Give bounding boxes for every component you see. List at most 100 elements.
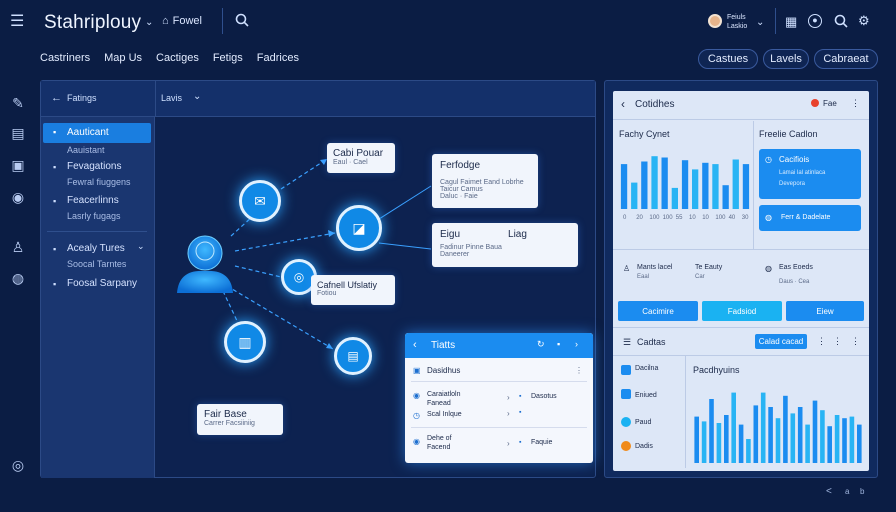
avatar[interactable] [708, 14, 722, 28]
axis-tick-label: 55 [676, 215, 683, 221]
divider [753, 121, 754, 249]
chart-bar [753, 405, 759, 463]
report-node-icon[interactable]: ▤ [334, 337, 372, 375]
chevron-down-icon[interactable]: ⌄ [145, 15, 153, 31]
chart-bar [712, 164, 719, 209]
item-icon [621, 417, 631, 427]
cabraeat-button[interactable]: Cabraeat [814, 49, 878, 69]
popup-row-c[interactable]: Faquie [531, 439, 552, 446]
detail-secondary-button[interactable]: ◍ Ferr & Dadelate [759, 205, 861, 231]
chart-bar [842, 418, 847, 463]
edit-icon[interactable]: ✎ [10, 95, 26, 111]
popup-row-a[interactable]: Caraiatloln [427, 391, 460, 398]
popup-header-item[interactable]: Dasidhus [427, 366, 460, 375]
more-icon[interactable]: ⋮ [575, 366, 583, 375]
more-icon[interactable]: ⋮ [851, 336, 860, 347]
divider [613, 327, 869, 328]
pager-page[interactable]: b [860, 487, 864, 496]
search-icon[interactable] [235, 13, 249, 27]
chart-node-icon[interactable]: ◪ [336, 205, 382, 251]
list-item[interactable]: Dadis [635, 443, 653, 450]
pager-prev[interactable]: < [826, 486, 832, 497]
castues-button[interactable]: Castues [698, 49, 758, 69]
chart-bar [702, 162, 709, 209]
expand-icon[interactable]: ▪ [557, 339, 560, 349]
info-icon[interactable]: ● [808, 14, 822, 28]
fadsiod-button[interactable]: Fadsiod [702, 301, 782, 321]
card-title: Eigu [440, 229, 461, 240]
detail-card-button[interactable]: ◷ Cacifiois Lamai lal atinlaca Devepora [759, 149, 861, 199]
doc-icon: ▪ [519, 393, 522, 400]
status-badge[interactable]: Fae [823, 99, 837, 108]
popup-row-a[interactable]: Scal Inlque [427, 411, 462, 418]
document-icon[interactable]: ▤ [10, 125, 26, 141]
card-eigu[interactable]: Eigu Liag Fadinur Pinne Baua Daneerer [432, 223, 578, 267]
tab-castriners[interactable]: Castriners [40, 52, 90, 64]
more-icon[interactable]: ⋮ [833, 336, 842, 347]
back-chevron-icon[interactable]: ‹ [621, 97, 625, 111]
popup-title: Tiatts [431, 340, 456, 351]
grid-icon[interactable]: ▦ [785, 14, 797, 30]
help-icon[interactable]: ◎ [10, 457, 26, 473]
connector-line [280, 158, 328, 190]
user-icon: ♙ [623, 264, 631, 273]
chart-bar [805, 424, 810, 463]
axis-tick-label: 20 [636, 215, 643, 221]
tab-fetigs[interactable]: Fetigs [213, 52, 243, 64]
eiew-button[interactable]: Eiew [786, 301, 864, 321]
card-cafnell[interactable]: Cafnell Ufslatiy Fotiou [311, 275, 395, 305]
divider [613, 249, 869, 250]
pager-page[interactable]: a [845, 487, 849, 496]
item-icon [621, 365, 631, 375]
arrow-head [320, 159, 327, 165]
user-icon[interactable]: ♙ [10, 239, 26, 255]
popup-row-a[interactable]: Dehe of [427, 435, 452, 442]
chart-bar [681, 160, 689, 209]
tab-cactiges[interactable]: Cactiges [156, 52, 199, 64]
card-line: Taicur Camus [440, 186, 483, 193]
search-scope[interactable]: ⌂ Fowel [162, 15, 202, 27]
refresh-icon[interactable]: ↻ [537, 339, 545, 350]
card-cabi-pouar[interactable]: Cabi Pouar Eaul · Cael [327, 143, 395, 173]
back-chevron-icon[interactable]: ‹ [413, 339, 417, 351]
hamburger-menu-icon[interactable]: ☰ [10, 14, 24, 30]
chevron-right-icon: › [507, 393, 510, 402]
right-panel: ‹ Cotidhes Fae ⋮ Fachy Cynet 0 20 100 100 55… [604, 80, 878, 478]
user-block[interactable]: Feiuls Laskio [727, 13, 747, 31]
list-item[interactable]: Eniued [635, 392, 657, 399]
chevron-right-icon: › [507, 439, 510, 448]
tab-fadrices[interactable]: Fadrices [257, 52, 299, 64]
card-ferfodge[interactable]: Ferfodge Cagul Faimet Eand Lobrhe Taicur… [432, 154, 538, 208]
more-icon[interactable]: ⋮ [817, 336, 826, 347]
search-icon[interactable] [834, 14, 848, 28]
card-fair-base[interactable]: Fair Base Carrer Facsiiniig [197, 404, 283, 435]
chart-bar [731, 392, 736, 463]
tab-map-us[interactable]: Map Us [104, 52, 142, 64]
more-icon[interactable]: ⋮ [851, 98, 860, 109]
stat-label: Mants lacel [637, 264, 673, 271]
list-action-button[interactable]: Calad cacad [755, 334, 807, 349]
user-hub-node[interactable] [171, 231, 237, 293]
lavels-button[interactable]: Lavels [763, 49, 809, 69]
close-icon[interactable]: › [575, 339, 578, 349]
chevron-down-icon[interactable]: ⌄ [756, 15, 764, 31]
card-sub: Fotiou [317, 290, 337, 297]
divider [411, 381, 587, 382]
chart-bar [768, 407, 773, 463]
list-item[interactable]: Paud [635, 419, 651, 426]
mail-node-icon[interactable]: ✉ [239, 180, 281, 222]
cacimire-button[interactable]: Cacimire [618, 301, 698, 321]
list-item[interactable]: Dacilna [635, 365, 658, 372]
chat-icon[interactable]: ◉ [10, 189, 26, 205]
book-node-icon[interactable]: ▥ [224, 321, 266, 363]
calendar-icon[interactable]: ▣ [10, 157, 26, 173]
card-title: Ferfodge [440, 160, 481, 171]
chart-bar [651, 156, 658, 209]
popup-row-c[interactable]: Dasotus [531, 393, 557, 400]
axis-tick-label: 100 [715, 215, 726, 221]
detail-secondary-label: Ferr & Dadelate [781, 214, 831, 221]
settings-icon[interactable]: ⚙ [858, 13, 870, 29]
chart2-title: Pacdhyuins [693, 365, 740, 375]
chart-bar [857, 424, 862, 463]
globe-icon[interactable]: ◍ [10, 270, 26, 286]
